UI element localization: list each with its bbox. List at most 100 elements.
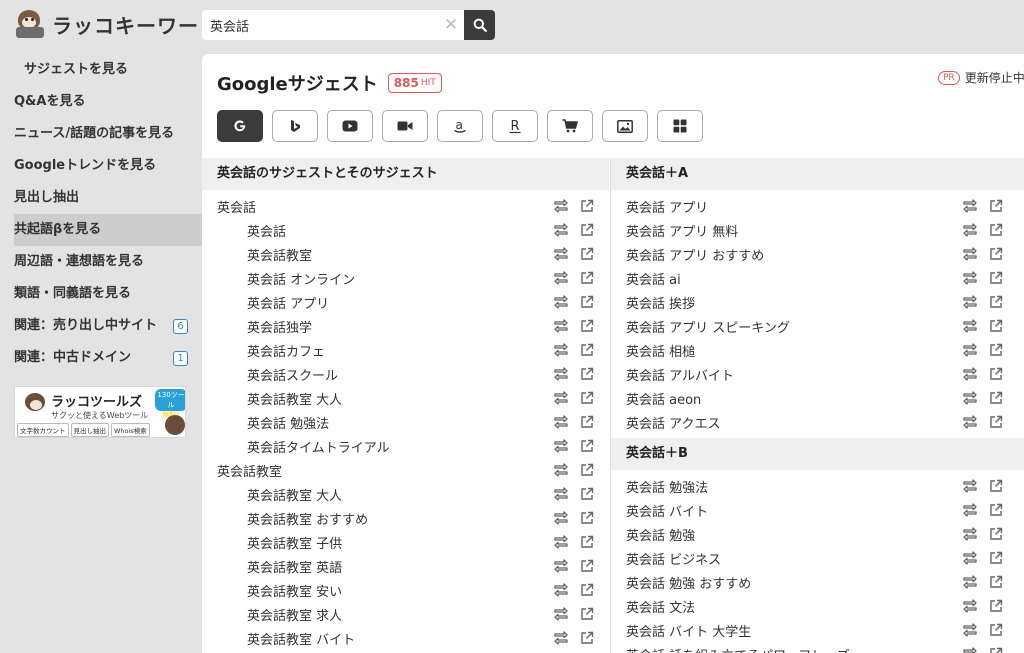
external-link-icon[interactable]	[989, 391, 1003, 405]
sidebar-item-related-words[interactable]: 周辺語・連想語を見る	[14, 246, 202, 278]
dig-deeper-icon[interactable]	[963, 647, 977, 653]
dig-deeper-icon[interactable]	[963, 391, 977, 405]
image-button[interactable]	[602, 110, 648, 142]
sidebar-item-google-trends[interactable]: Googleトレンドを見る	[14, 150, 202, 182]
suggest-row[interactable]: 英会話独学	[202, 314, 609, 338]
sidebar-item-qa[interactable]: Q&Aを見る	[14, 86, 202, 118]
suggest-row[interactable]: 英会話タイムトライアル	[202, 434, 609, 458]
external-link-icon[interactable]	[580, 583, 594, 597]
external-link-icon[interactable]	[580, 607, 594, 621]
suggest-row[interactable]: 英会話 バイト 大学生	[611, 618, 1024, 642]
dig-deeper-icon[interactable]	[963, 479, 977, 493]
suggest-row[interactable]: 英会話教室 大人	[202, 482, 609, 506]
external-link-icon[interactable]	[580, 463, 594, 477]
external-link-icon[interactable]	[989, 319, 1003, 333]
external-link-icon[interactable]	[580, 391, 594, 405]
external-link-icon[interactable]	[989, 599, 1003, 613]
logo[interactable]: ラッコキーワード	[14, 8, 220, 40]
external-link-icon[interactable]	[989, 415, 1003, 429]
external-link-icon[interactable]	[580, 199, 594, 213]
google-button[interactable]	[217, 110, 263, 142]
external-link-icon[interactable]	[989, 479, 1003, 493]
dig-deeper-icon[interactable]	[554, 415, 568, 429]
suggest-row[interactable]: 英会話教室 安い	[202, 578, 609, 602]
external-link-icon[interactable]	[580, 511, 594, 525]
external-link-icon[interactable]	[989, 199, 1003, 213]
external-link-icon[interactable]	[989, 271, 1003, 285]
external-link-icon[interactable]	[580, 367, 594, 381]
external-link-icon[interactable]	[989, 503, 1003, 517]
suggest-row[interactable]: 英会話スクール	[202, 362, 609, 386]
dig-deeper-icon[interactable]	[554, 295, 568, 309]
youtube-button[interactable]	[327, 110, 373, 142]
dig-deeper-icon[interactable]	[554, 439, 568, 453]
rakuten-button[interactable]: R	[492, 110, 538, 142]
suggest-row[interactable]: 英会話 アプリ	[202, 290, 609, 314]
dig-deeper-icon[interactable]	[963, 623, 977, 637]
external-link-icon[interactable]	[580, 415, 594, 429]
dig-deeper-icon[interactable]	[963, 271, 977, 285]
dig-deeper-icon[interactable]	[963, 319, 977, 333]
suggest-row[interactable]: 英会話 勉強法	[611, 474, 1024, 498]
external-link-icon[interactable]	[580, 343, 594, 357]
suggest-row[interactable]: 英会話 アプリ スピーキング	[611, 314, 1024, 338]
dig-deeper-icon[interactable]	[554, 487, 568, 501]
suggest-row[interactable]: 英会話教室 バイト	[202, 626, 609, 650]
search-button[interactable]	[464, 10, 495, 40]
dig-deeper-icon[interactable]	[963, 295, 977, 309]
clear-icon[interactable]: ✕	[442, 15, 460, 35]
search-input[interactable]	[202, 10, 464, 40]
dig-deeper-icon[interactable]	[554, 535, 568, 549]
suggest-row[interactable]: 英会話 バイト	[611, 498, 1024, 522]
dig-deeper-icon[interactable]	[554, 343, 568, 357]
external-link-icon[interactable]	[580, 319, 594, 333]
sidebar-item-sites-for-sale[interactable]: 関連：売り出し中サイト 6	[14, 310, 202, 342]
sidebar-item-used-domains[interactable]: 関連：中古ドメイン 1	[14, 342, 202, 374]
external-link-icon[interactable]	[580, 535, 594, 549]
suggest-row[interactable]: 英会話教室	[202, 458, 609, 482]
dig-deeper-icon[interactable]	[554, 199, 568, 213]
suggest-row[interactable]: 英会話 オンライン	[202, 266, 609, 290]
external-link-icon[interactable]	[580, 487, 594, 501]
suggest-row[interactable]: 英会話 aeon	[611, 386, 1024, 410]
amazon-button[interactable]: a	[437, 110, 483, 142]
suggest-row[interactable]: 英会話 アプリ	[611, 194, 1024, 218]
suggest-row[interactable]: 英会話 相槌	[611, 338, 1024, 362]
suggest-row[interactable]: 英会話教室 求人	[202, 602, 609, 626]
dig-deeper-icon[interactable]	[554, 463, 568, 477]
dig-deeper-icon[interactable]	[963, 367, 977, 381]
dig-deeper-icon[interactable]	[554, 223, 568, 237]
bing-button[interactable]	[272, 110, 318, 142]
sidebar-item-news[interactable]: ニュース/話題の記事を見る	[14, 118, 202, 150]
suggest-row[interactable]: 英会話 勉強	[611, 522, 1024, 546]
shopping-button[interactable]	[547, 110, 593, 142]
suggest-row[interactable]: 英会話 勉強 おすすめ	[611, 570, 1024, 594]
external-link-icon[interactable]	[989, 647, 1003, 653]
external-link-icon[interactable]	[580, 295, 594, 309]
more-sources-button[interactable]	[657, 110, 703, 142]
suggest-row[interactable]: 英会話教室 英語	[202, 554, 609, 578]
dig-deeper-icon[interactable]	[554, 247, 568, 261]
dig-deeper-icon[interactable]	[963, 199, 977, 213]
pr-notice[interactable]: PR 更新停止中	[938, 69, 1024, 86]
external-link-icon[interactable]	[580, 223, 594, 237]
dig-deeper-icon[interactable]	[554, 271, 568, 285]
external-link-icon[interactable]	[989, 367, 1003, 381]
suggest-row[interactable]: 英会話 話を組み立てるパワーフレーズ	[611, 642, 1024, 653]
suggest-row[interactable]: 英会話 アクエス	[611, 410, 1024, 434]
sidebar-item-headings[interactable]: 見出し抽出	[14, 182, 202, 214]
suggest-row[interactable]: 英会話	[202, 194, 609, 218]
dig-deeper-icon[interactable]	[554, 559, 568, 573]
sidebar-item-cooccurrence[interactable]: 共起語βを見る	[14, 214, 202, 246]
dig-deeper-icon[interactable]	[963, 575, 977, 589]
sidebar-item-synonyms[interactable]: 類語・同義語を見る	[14, 278, 202, 310]
dig-deeper-icon[interactable]	[963, 247, 977, 261]
sidebar-item-suggest[interactable]: サジェストを見る	[14, 54, 202, 86]
dig-deeper-icon[interactable]	[963, 599, 977, 613]
video-button[interactable]	[382, 110, 428, 142]
suggest-row[interactable]: 英会話 ai	[611, 266, 1024, 290]
suggest-row[interactable]: 英会話教室 子供	[202, 530, 609, 554]
dig-deeper-icon[interactable]	[554, 583, 568, 597]
suggest-row[interactable]: 英会話 アルバイト	[611, 362, 1024, 386]
external-link-icon[interactable]	[989, 343, 1003, 357]
